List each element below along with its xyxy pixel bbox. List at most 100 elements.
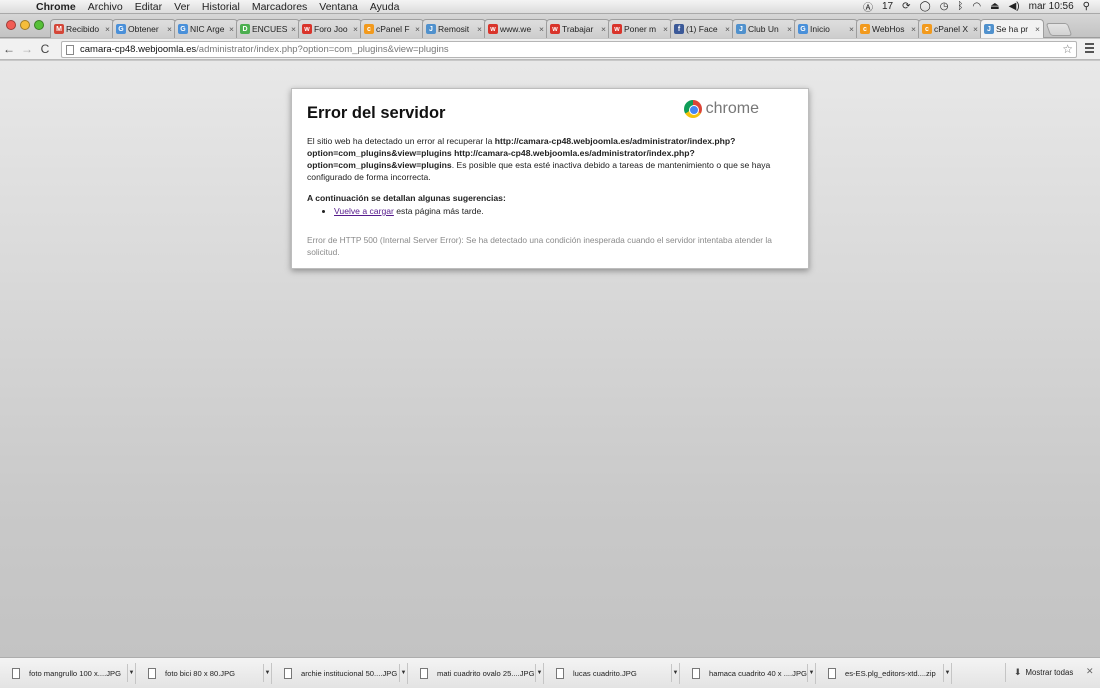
download-filename: foto bici 80 x 80.JPG — [165, 668, 236, 678]
menu-ver[interactable]: Ver — [168, 1, 196, 13]
chat-icon[interactable]: ◯ — [919, 1, 930, 12]
menu-marcadores[interactable]: Marcadores — [246, 1, 313, 13]
tab-close-icon[interactable]: × — [105, 24, 110, 34]
browser-tab[interactable]: M Recibido × — [50, 19, 114, 38]
bookmark-star-icon[interactable]: ☆ — [1062, 42, 1073, 56]
browser-tab[interactable]: G Inicio × — [794, 19, 858, 38]
download-item[interactable]: es-ES.plg_editors-xtd....zip ▼ — [822, 662, 952, 684]
download-menu-arrow-icon[interactable]: ▼ — [127, 664, 135, 682]
window-close-button[interactable] — [6, 20, 16, 30]
menu-ventana[interactable]: Ventana — [313, 1, 364, 13]
download-item[interactable]: lucas cuadrito.JPG ▼ — [550, 662, 680, 684]
tab-close-icon[interactable]: × — [725, 24, 730, 34]
chrome-menu-icon[interactable] — [1085, 43, 1094, 55]
reload-icon[interactable]: C — [36, 42, 54, 56]
tab-close-icon[interactable]: × — [291, 24, 296, 34]
download-item[interactable]: mati cuadrito ovalo 25....JPG ▼ — [414, 662, 544, 684]
browser-tab[interactable]: f (1) Face × — [670, 19, 734, 38]
download-filename: hamaca cuadrito 40 x ....JPG — [709, 668, 807, 678]
menu-archivo[interactable]: Archivo — [82, 1, 129, 13]
tab-title: WebHos — [872, 24, 905, 34]
browser-tab[interactable]: c WebHos × — [856, 19, 920, 38]
wifi-icon[interactable]: ◠ — [972, 1, 981, 12]
suggestion-item: Vuelve a cargar esta página más tarde. — [334, 206, 793, 216]
file-icon — [148, 667, 156, 679]
download-menu-arrow-icon[interactable]: ▼ — [399, 664, 407, 682]
show-all-downloads-button[interactable]: ⬇ Mostrar todas — [1005, 663, 1073, 682]
menu-editar[interactable]: Editar — [129, 1, 168, 13]
download-list: foto mangrullo 100 x....JPG ▼ foto bici 80… — [6, 662, 958, 684]
window-maximize-button[interactable] — [34, 20, 44, 30]
browser-tab[interactable]: c cPanel F × — [360, 19, 424, 38]
download-item[interactable]: foto mangrullo 100 x....JPG ▼ — [6, 662, 136, 684]
sync-icon[interactable]: ⟳ — [902, 1, 910, 12]
os-menu-bar: Chrome Archivo Editar Ver Historial Marc… — [0, 0, 1100, 14]
forward-icon[interactable]: → — [18, 42, 36, 56]
tab-close-icon[interactable]: × — [229, 24, 234, 34]
browser-tab[interactable]: w Trabajar × — [546, 19, 610, 38]
download-filename: archie institucional 50....JPG — [301, 668, 398, 678]
tab-close-icon[interactable]: × — [415, 24, 420, 34]
browser-tab[interactable]: w Foro Joo × — [298, 19, 362, 38]
tab-title: Remosit — [438, 24, 470, 34]
tab-close-icon[interactable]: × — [973, 24, 978, 34]
address-bar[interactable]: camara-cp48.webjoomla.es /administrator/… — [61, 41, 1077, 58]
bluetooth-icon[interactable]: ᛒ — [957, 1, 963, 12]
file-icon — [556, 667, 564, 679]
tab-close-icon[interactable]: × — [601, 24, 606, 34]
page-content: Error del servidor chrome El sitio web h… — [0, 61, 1100, 657]
browser-tab[interactable]: J Remosit × — [422, 19, 486, 38]
clock[interactable]: mar 10:56 — [1029, 1, 1074, 12]
tab-title: cPanel F — [376, 24, 410, 34]
browser-tab[interactable]: w Poner m × — [608, 19, 672, 38]
download-menu-arrow-icon[interactable]: ▼ — [807, 664, 815, 682]
download-item[interactable]: foto bici 80 x 80.JPG ▼ — [142, 662, 272, 684]
window-minimize-button[interactable] — [20, 20, 30, 30]
reload-link[interactable]: Vuelve a cargar — [334, 206, 394, 216]
globe-icon: G — [116, 24, 126, 34]
menu-ayuda[interactable]: Ayuda — [364, 1, 406, 13]
menu-historial[interactable]: Historial — [196, 1, 246, 13]
tab-close-icon[interactable]: × — [167, 24, 172, 34]
file-icon — [12, 667, 20, 679]
tab-close-icon[interactable]: × — [787, 24, 792, 34]
spotlight-search-icon[interactable]: ⚲ — [1083, 1, 1090, 12]
browser-tab[interactable]: J Club Un × — [732, 19, 796, 38]
download-filename: foto mangrullo 100 x....JPG — [29, 668, 122, 678]
file-icon — [284, 667, 292, 679]
download-item[interactable]: archie institucional 50....JPG ▼ — [278, 662, 408, 684]
tab-title: Trabajar — [562, 24, 594, 34]
download-menu-arrow-icon[interactable]: ▼ — [535, 664, 543, 682]
download-shelf: foto mangrullo 100 x....JPG ▼ foto bici 80… — [0, 657, 1100, 688]
url-host: camara-cp48.webjoomla.es — [80, 44, 197, 55]
menu-app-name[interactable]: Chrome — [30, 1, 82, 13]
browser-tab[interactable]: J Se ha pr × — [980, 19, 1044, 38]
adobe-icon[interactable]: Ⓐ — [863, 0, 873, 14]
tab-close-icon[interactable]: × — [663, 24, 668, 34]
browser-tab[interactable]: G NIC Arge × — [174, 19, 238, 38]
download-item[interactable]: hamaca cuadrito 40 x ....JPG ▼ — [686, 662, 816, 684]
download-menu-arrow-icon[interactable]: ▼ — [943, 664, 951, 682]
browser-tab[interactable]: w www.we × — [484, 19, 548, 38]
browser-tab[interactable]: G Obtener × — [112, 19, 176, 38]
new-tab-button[interactable] — [1045, 23, 1073, 36]
tab-close-icon[interactable]: × — [477, 24, 482, 34]
tab-close-icon[interactable]: × — [353, 24, 358, 34]
tab-strip: M Recibido × G Obtener × G NIC Arge × D ENCUES × w Fo… — [0, 14, 1100, 38]
tab-close-icon[interactable]: × — [1035, 24, 1040, 34]
time-machine-icon[interactable]: ◷ — [940, 1, 949, 12]
volume-icon[interactable]: ◀) — [1009, 1, 1020, 12]
webhost-icon: w — [550, 24, 560, 34]
close-shelf-icon[interactable]: ✕ — [1086, 666, 1094, 677]
back-icon[interactable]: ← — [0, 42, 18, 56]
browser-tab[interactable]: D ENCUES × — [236, 19, 300, 38]
download-menu-arrow-icon[interactable]: ▼ — [671, 664, 679, 682]
download-menu-arrow-icon[interactable]: ▼ — [263, 664, 271, 682]
eject-icon[interactable]: ⏏ — [990, 1, 999, 12]
file-icon — [420, 667, 428, 679]
browser-tab[interactable]: c cPanel X × — [918, 19, 982, 38]
error-description: El sitio web ha detectado un error al re… — [307, 135, 793, 183]
tab-close-icon[interactable]: × — [849, 24, 854, 34]
tab-close-icon[interactable]: × — [539, 24, 544, 34]
tab-close-icon[interactable]: × — [911, 24, 916, 34]
